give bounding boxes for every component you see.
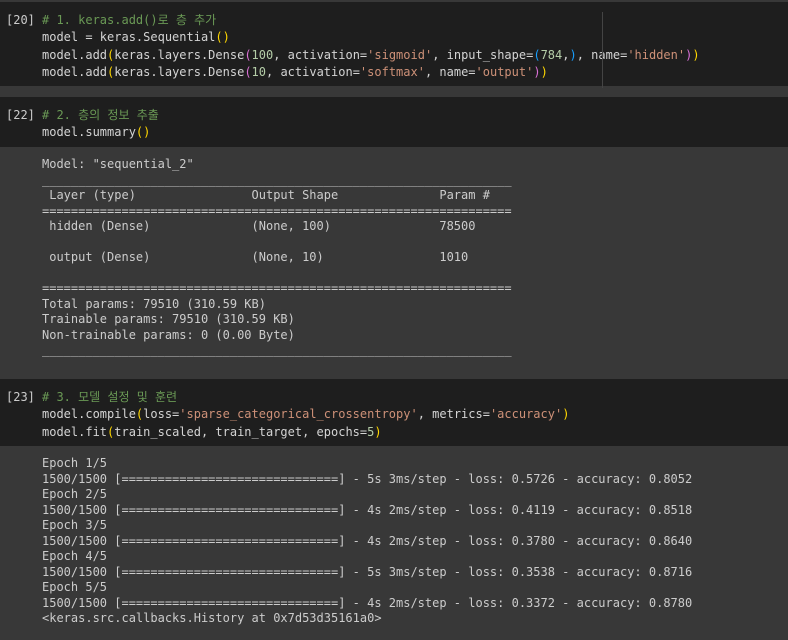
line-length-ruler [602, 12, 603, 88]
code-token: ) [569, 47, 577, 62]
code-token: 'sigmoid' [367, 47, 433, 62]
code-token: , name= [424, 64, 476, 79]
output-line: 1500/1500 [=============================… [42, 502, 693, 517]
output-line: Total params: 79510 (310.59 KB) [42, 296, 266, 311]
code-token: , metrics= [417, 407, 490, 422]
code-token: 'hidden' [627, 47, 686, 62]
code-token: # 1. keras.add()로 층 추가 [42, 13, 217, 27]
output-line: Trainable params: 79510 (310.59 KB) [42, 312, 295, 326]
cell-output-summary: Model: "sequential_2" ___________________… [42, 157, 512, 359]
code-token: 'output' [475, 64, 534, 79]
output-line: Epoch 1/5 [42, 456, 108, 470]
code-token: ) [533, 64, 541, 79]
code-token: keras.layers.Dense [114, 64, 245, 79]
code-token: keras.layers.Dense [114, 47, 245, 62]
output-line: Epoch 3/5 [42, 518, 108, 532]
code-token: ) [374, 424, 382, 439]
code-token: ( [533, 47, 541, 62]
code-token: ( [244, 64, 252, 79]
code-token: , input_shape= [432, 47, 534, 62]
code-token: # 3. 모델 설정 및 훈련 [42, 390, 178, 404]
code-line: model.summary() [42, 124, 159, 141]
code-cell-23[interactable]: [23] # 3. 모델 설정 및 훈련 model.compile(loss='… [0, 379, 788, 446]
output-line: ========================================… [42, 203, 512, 218]
code-token: model.compile [42, 407, 136, 422]
output-line: Layer (type) Output Shape Param # [42, 188, 512, 202]
code-token: loss= [143, 407, 180, 422]
code-token: # 2. 층의 정보 추출 [42, 108, 159, 122]
output-line: Model: "sequential_2" [42, 157, 194, 171]
code-editor[interactable]: # 1. keras.add()로 층 추가 model = keras.Sequ… [42, 12, 700, 81]
code-line: # 1. keras.add()로 층 추가 [42, 12, 700, 29]
cell-output-fit: Epoch 1/5 1500/1500 [====================… [42, 456, 692, 627]
output-line: <keras.src.callbacks.History at 0x7d53d3… [42, 611, 382, 625]
code-token: ) [540, 64, 548, 79]
code-token: train_scaled, train_target, epochs= [114, 424, 368, 439]
output-line: Epoch 4/5 [42, 549, 108, 563]
output-line: Epoch 2/5 [42, 487, 108, 501]
code-token: 'sparse_categorical_crossentropy' [179, 407, 418, 422]
code-token: ( [244, 47, 252, 62]
code-line: model.add(keras.layers.Dense(10, activat… [42, 64, 700, 81]
code-token: model.add [42, 64, 108, 79]
output-line: Epoch 5/5 [42, 580, 108, 594]
output-line: output (Dense) (None, 10) 1010 [42, 250, 512, 264]
code-line: model.fit(train_scaled, train_target, ep… [42, 424, 569, 441]
code-token: , [562, 47, 570, 62]
code-token: model.fit [42, 424, 108, 439]
code-editor[interactable]: # 2. 층의 정보 추출 model.summary() [42, 107, 159, 142]
output-line: 1500/1500 [=============================… [42, 471, 693, 486]
output-line: hidden (Dense) (None, 100) 78500 [42, 219, 512, 233]
code-token: 100 [251, 47, 274, 62]
code-line: model.add(keras.layers.Dense(100, activa… [42, 47, 700, 64]
output-line: ________________________________________… [42, 172, 512, 187]
execution-count: [22] [6, 108, 35, 122]
code-token: 'accuracy' [489, 407, 563, 422]
output-line: ========================================… [42, 281, 512, 295]
output-line: ________________________________________… [42, 343, 512, 357]
code-line: model.compile(loss='sparse_categorical_c… [42, 406, 569, 423]
code-token: () [215, 30, 230, 45]
code-editor[interactable]: # 3. 모델 설정 및 훈련 model.compile(loss='spars… [42, 389, 569, 441]
code-token: , activation= [273, 47, 368, 62]
code-token: model.add [42, 47, 108, 62]
execution-count: [20] [6, 13, 35, 27]
code-token: model.summary [42, 125, 136, 140]
code-token: ) [562, 407, 570, 422]
code-token: () [135, 125, 151, 140]
execution-count: [23] [6, 390, 35, 404]
code-cell-20[interactable]: [20] # 1. keras.add()로 층 추가 model = keras… [0, 2, 788, 88]
code-token: 784 [540, 47, 563, 62]
output-line: Non-trainable params: 0 (0.00 Byte) [42, 327, 295, 342]
code-token: model = keras.Sequential [42, 30, 216, 45]
code-line: model = keras.Sequential() [42, 29, 700, 46]
output-line: 1500/1500 [=============================… [42, 533, 693, 548]
code-token: 10 [251, 64, 266, 79]
code-line: # 3. 모델 설정 및 훈련 [42, 389, 569, 406]
output-line: 1500/1500 [=============================… [42, 564, 693, 579]
code-cell-22[interactable]: [22] # 2. 층의 정보 추출 model.summary() [0, 97, 788, 147]
code-token: ) [692, 47, 700, 62]
output-line: 1500/1500 [=============================… [42, 595, 693, 610]
code-token: 'softmax' [359, 64, 425, 79]
code-token: , activation= [266, 64, 360, 79]
code-line: # 2. 층의 정보 추출 [42, 107, 159, 124]
